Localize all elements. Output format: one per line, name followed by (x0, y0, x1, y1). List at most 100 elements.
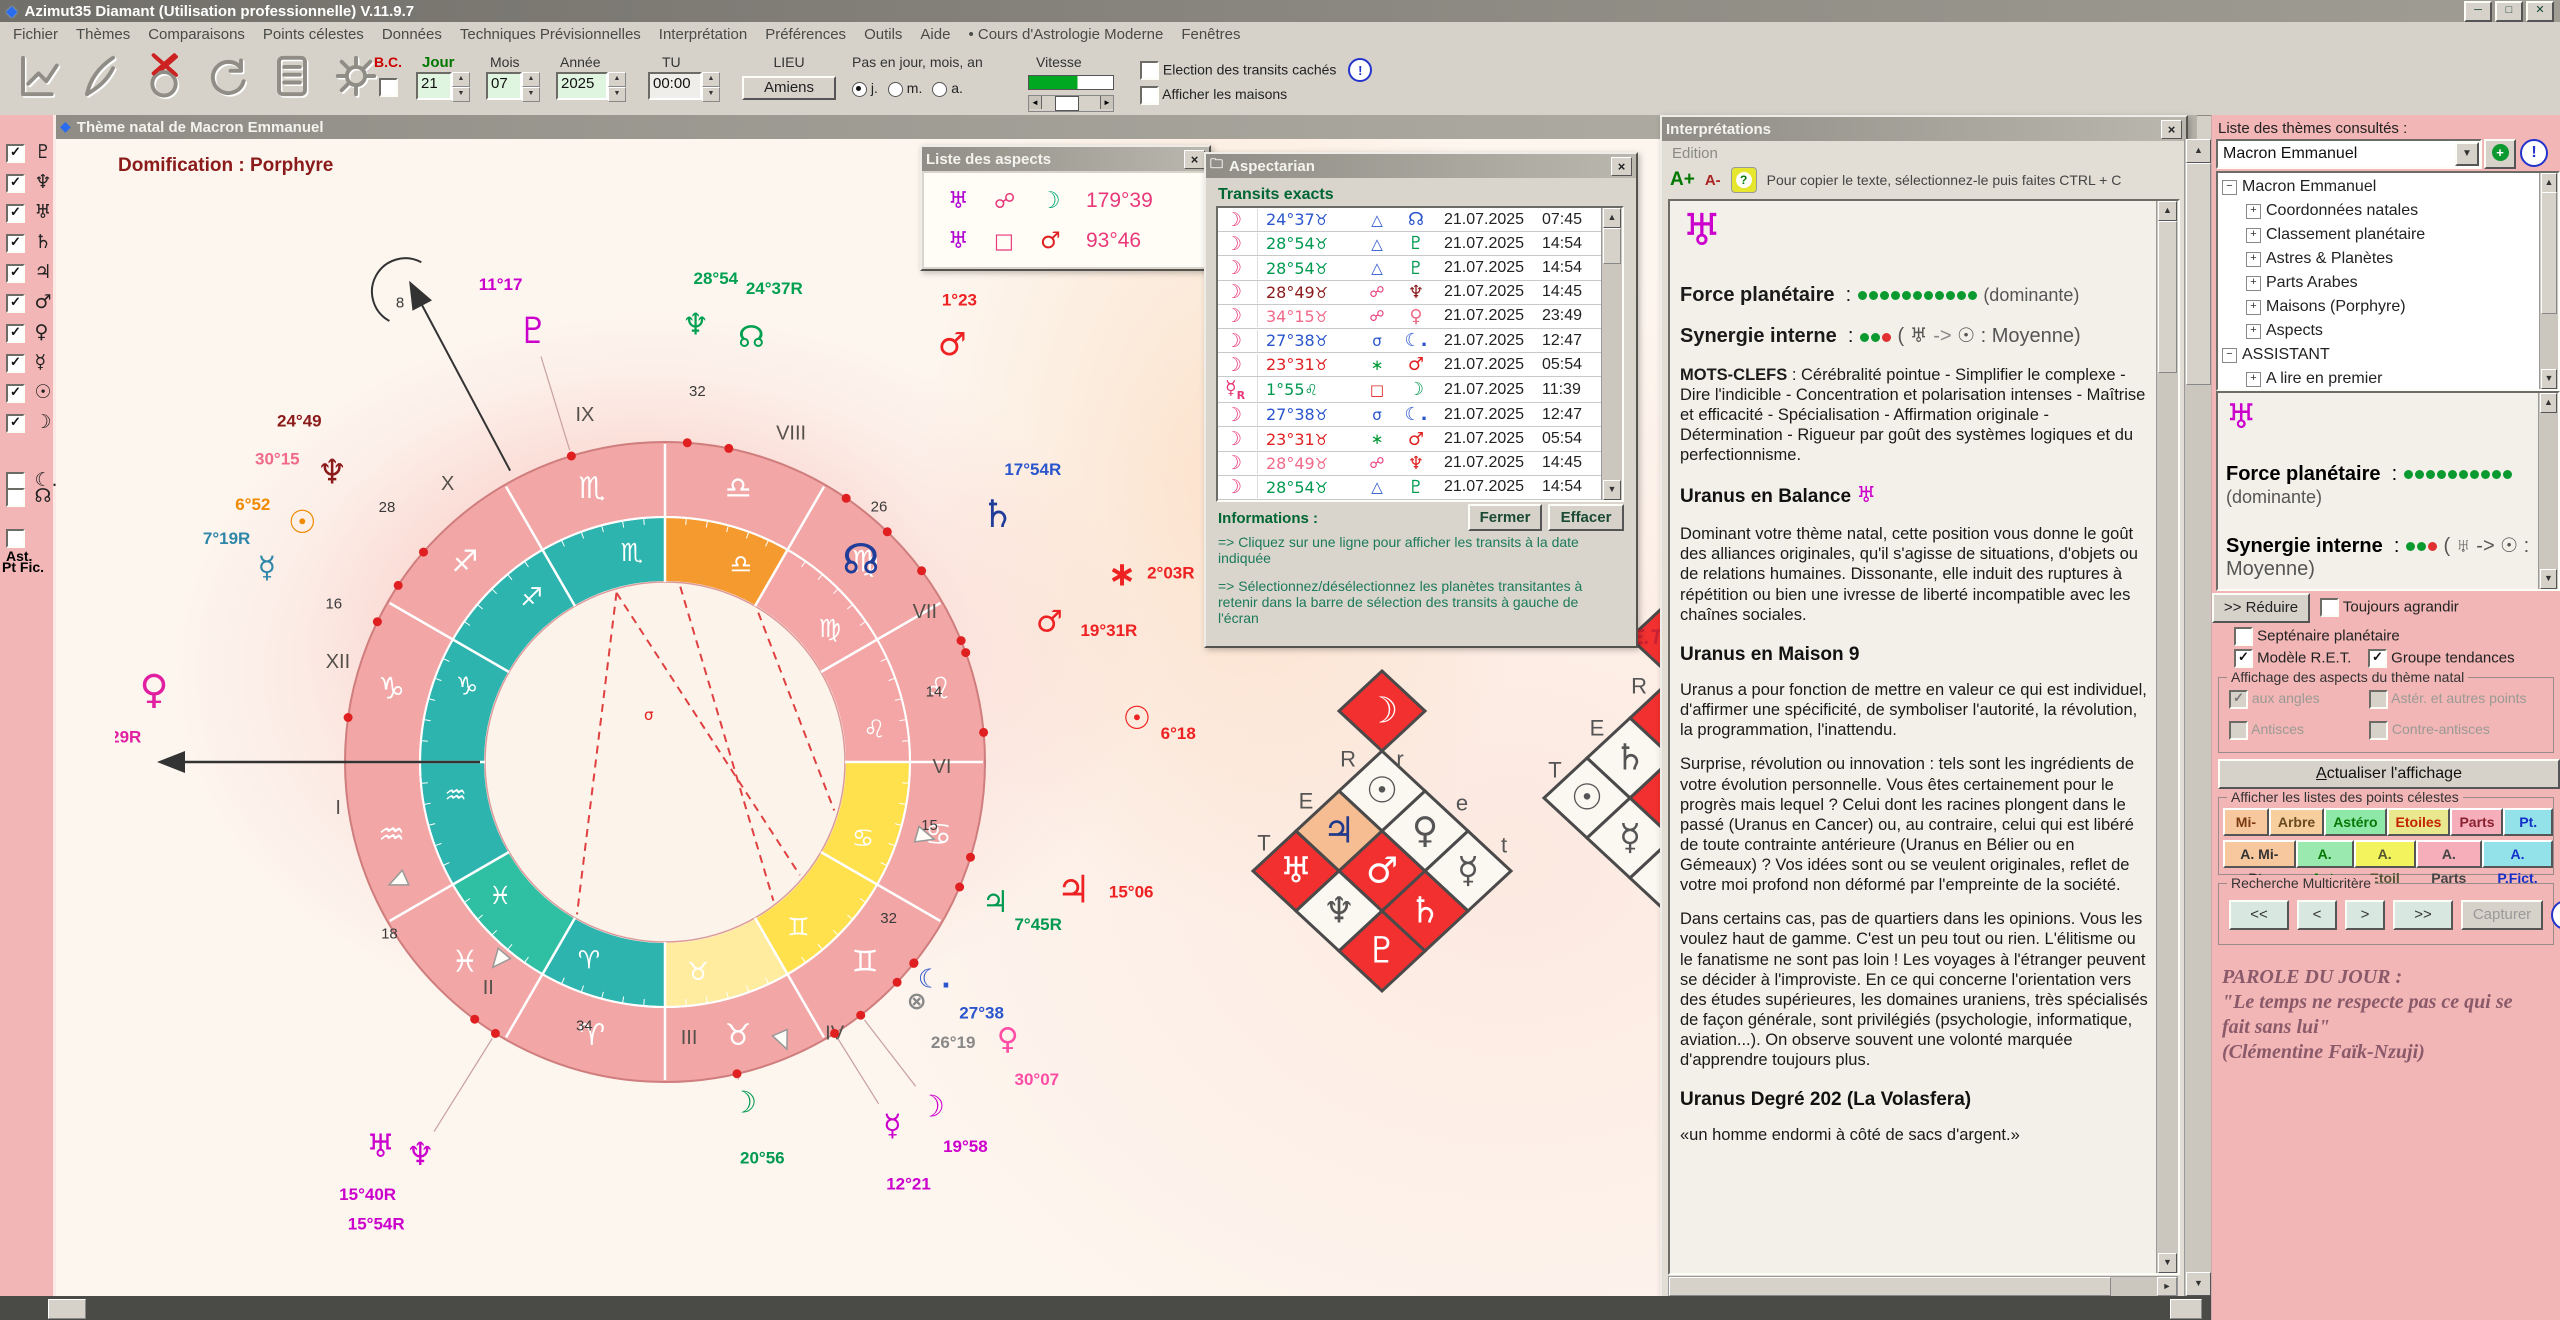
bc-checkbox[interactable] (379, 78, 398, 97)
pc-button-a-p-fict-[interactable]: A. P.Fict. (2482, 840, 2553, 868)
minimize-button[interactable]: ─ (2464, 1, 2492, 22)
pas-radio-m.[interactable]: m. (888, 80, 922, 97)
interpretation-text[interactable]: ♅Force planétaire : (dominante)Synergie … (1680, 205, 2152, 1269)
transit-row[interactable]: ☽ 27°38♉ σ ☾. 21.07.2025 12:47 (1218, 329, 1602, 353)
menu-6[interactable]: Interprétation (650, 24, 756, 45)
themes-info-icon[interactable]: ! (2520, 139, 2548, 167)
transit-row[interactable]: ☽ 28°54♉ △ ♇ 21.07.2025 14:54 (1218, 476, 1602, 500)
effacer-button[interactable]: Effacer (1548, 504, 1624, 531)
pas-radio-a.[interactable]: a. (932, 80, 963, 97)
font-increase-button[interactable]: A+ (1670, 169, 1695, 191)
edition-menu[interactable]: Edition (1672, 145, 1718, 162)
menu-4[interactable]: Données (373, 24, 451, 45)
groupe-tendances-checkbox[interactable]: ✓ (2368, 649, 2387, 668)
aspect-row[interactable]: ♅ ☍ ☽ 179°39 (928, 181, 1203, 221)
interpretations-hscrollbar[interactable]: ► (1668, 1276, 2178, 1297)
menu-1[interactable]: Thèmes (67, 24, 139, 45)
septenaire-checkbox[interactable] (2234, 627, 2253, 646)
expand-icon[interactable]: + (2246, 300, 2261, 315)
add-theme-button[interactable]: + (2484, 139, 2516, 169)
tree-item-parts-arabes[interactable]: +Parts Arabes (2222, 271, 2538, 295)
capturer-button[interactable]: Capturer (2461, 900, 2543, 930)
transit-row[interactable]: ☽ 28°49♉ ☍ ♆ 21.07.2025 14:45 (1218, 281, 1602, 305)
tu-stepper[interactable]: ▲▼ (702, 72, 720, 102)
tree-item-aspects[interactable]: +Aspects (2222, 319, 2538, 343)
pas-radio-j.[interactable]: j. (852, 80, 878, 97)
pc-button-mi-pts[interactable]: Mi-pts (2223, 808, 2269, 836)
nav-prev-button[interactable]: < (2297, 900, 2337, 930)
rotate-icon[interactable] (202, 50, 254, 102)
planet-filter-mars[interactable]: ✓ (6, 294, 25, 313)
pc-button-a-parts[interactable]: A. Parts (2416, 840, 2482, 868)
jour-stepper[interactable]: ▲▼ (452, 72, 470, 102)
list-doc-icon[interactable] (266, 50, 318, 102)
chart-vertical-scrollbar[interactable]: ▲ ▼ (2184, 139, 2212, 1296)
pc-button-a-etoil[interactable]: A. Etoil (2354, 840, 2416, 868)
aspectarian-scrollbar[interactable]: ▲ ▼ (1601, 208, 1622, 500)
edit-quill-icon[interactable] (74, 50, 126, 102)
transit-row[interactable]: ☽ 28°54♉ △ ♇ 21.07.2025 14:54 (1218, 232, 1602, 256)
planet-filter-neptune[interactable]: ✓ (6, 174, 25, 193)
mini-scrollbar[interactable]: ▲▼ (2538, 393, 2558, 589)
annee-stepper[interactable]: ▲▼ (608, 72, 626, 102)
tree-item-a-lire-en-premier[interactable]: +A lire en premier (2222, 367, 2538, 389)
planet-filter-sun[interactable]: ✓ (6, 384, 25, 403)
expand-icon[interactable]: + (2246, 228, 2261, 243)
menu-0[interactable]: Fichier (4, 24, 67, 45)
planet-filter-uranus[interactable]: ✓ (6, 204, 25, 223)
lieu-button[interactable]: Amiens (742, 76, 836, 100)
expand-icon[interactable]: + (2246, 372, 2261, 387)
transits-caches-checkbox[interactable] (1140, 61, 1159, 80)
tree-item-assistant[interactable]: −ASSISTANT (2222, 343, 2538, 367)
menu-2[interactable]: Comparaisons (139, 24, 254, 45)
planet-filter-asteroids[interactable] (6, 529, 25, 548)
transit-row[interactable]: ☽ 34°15♉ ☍ ♀ 21.07.2025 23:49 (1218, 305, 1602, 329)
planet-filter-pluto[interactable]: ✓ (6, 144, 25, 163)
tree-item-classement-plan-taire[interactable]: +Classement planétaire (2222, 223, 2538, 247)
pc-button-arbre[interactable]: Arbre (2269, 808, 2324, 836)
mois-stepper[interactable]: ▲▼ (522, 72, 540, 102)
planet-filter-mercury[interactable]: ✓ (6, 354, 25, 373)
help-icon[interactable]: ? (1731, 167, 1757, 193)
vitesse-slider[interactable]: ◄ ► (1028, 95, 1114, 112)
tree-item-maisons-porphyre-[interactable]: +Maisons (Porphyre) (2222, 295, 2538, 319)
chart-horizontal-scrollbar[interactable] (0, 1296, 2211, 1320)
combobox-dropdown-icon[interactable]: ▼ (2455, 142, 2479, 166)
interpretations-scrollbar[interactable]: ▲ ▼ (2156, 201, 2178, 1273)
aspectarian-close-icon[interactable]: × (1611, 157, 1632, 176)
planet-filter-jupiter[interactable]: ✓ (6, 264, 25, 283)
fermer-button[interactable]: Fermer (1468, 504, 1542, 531)
menu-11[interactable]: Fenêtres (1172, 24, 1249, 45)
mois-input[interactable]: 07 (486, 72, 522, 100)
transit-row[interactable]: ☿R 1°55♌ □ ☽ 21.07.2025 11:39 (1218, 377, 1602, 403)
transit-row[interactable]: ☽ 28°49♉ ☍ ♆ 21.07.2025 14:45 (1218, 452, 1602, 476)
tu-input[interactable]: 00:00 (648, 72, 702, 100)
planet-filter-saturn[interactable]: ✓ (6, 234, 25, 253)
tree-item-astres-plan-tes[interactable]: +Astres & Planètes (2222, 247, 2538, 271)
menu-8[interactable]: Outils (855, 24, 911, 45)
close-button[interactable]: ✕ (2526, 1, 2554, 22)
open-chart-icon[interactable] (10, 50, 62, 102)
annee-input[interactable]: 2025 (556, 72, 608, 100)
afficher-maisons-checkbox[interactable] (1140, 86, 1159, 105)
reduire-button[interactable]: >> Réduire (2212, 593, 2310, 623)
menu-10[interactable]: • Cours d'Astrologie Moderne (959, 24, 1172, 45)
menu-5[interactable]: Techniques Prévisionnelles (451, 24, 650, 45)
theme-combobox[interactable]: Macron Emmanuel ▼ (2216, 139, 2482, 169)
collapse-icon[interactable]: − (2222, 180, 2237, 195)
planet-filter-moon[interactable]: ✓ (6, 414, 25, 433)
aspects-list-close-icon[interactable]: × (1184, 150, 1205, 169)
interpretations-title-bar[interactable]: Interprétations × (1662, 117, 2186, 141)
interpretations-close-icon[interactable]: × (2161, 120, 2182, 139)
expand-icon[interactable]: + (2246, 204, 2261, 219)
pc-button-etoiles[interactable]: Etoiles (2387, 808, 2451, 836)
nav-next-button[interactable]: > (2345, 900, 2385, 930)
aspect-check-contre-antisces[interactable]: Contre-antisces (2369, 721, 2549, 740)
tree-scrollbar[interactable]: ▲▼ (2539, 173, 2558, 389)
transit-row[interactable]: ☽ 28°54♉ △ ♇ 21.07.2025 14:54 (1218, 256, 1602, 280)
tree-item-coordonn-es-natales[interactable]: +Coordonnées natales (2222, 199, 2538, 223)
search-info-icon[interactable]: ! (2551, 900, 2560, 930)
delete-chart-icon[interactable] (138, 50, 190, 102)
tree-item-macron-emmanuel[interactable]: −Macron Emmanuel (2222, 175, 2538, 199)
pc-button-a-mi-pts[interactable]: A. Mi-Pts (2223, 840, 2296, 868)
